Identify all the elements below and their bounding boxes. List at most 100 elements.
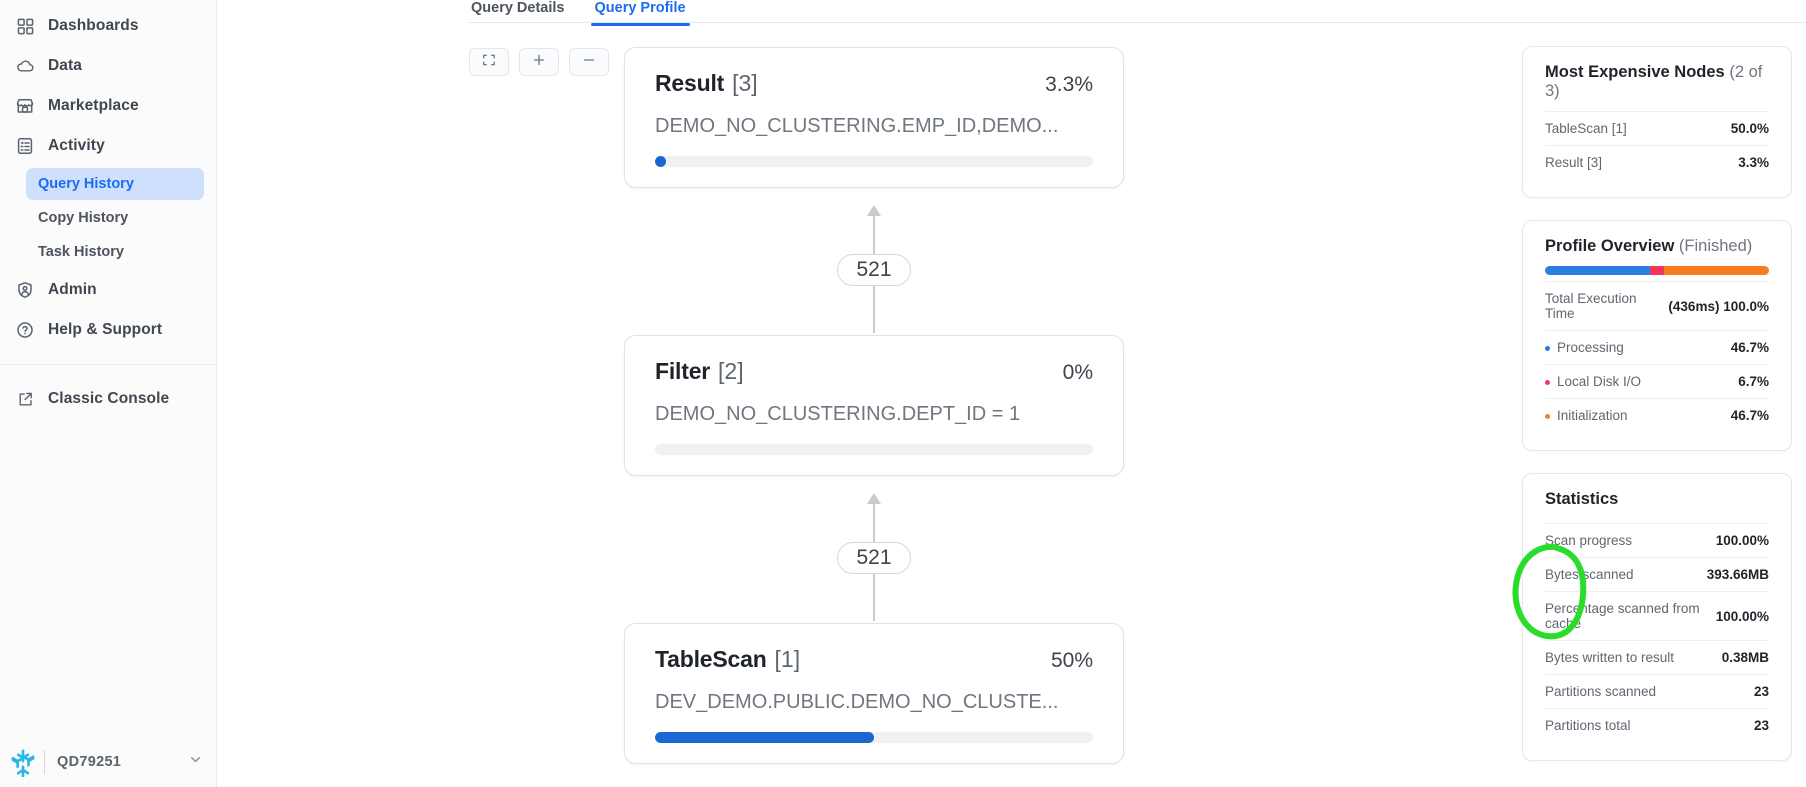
node-value: 3.3% (1738, 155, 1769, 170)
graph-edge-arrow (867, 493, 881, 504)
most-expensive-nodes-card: Most Expensive Nodes (2 of 3) TableScan … (1522, 46, 1792, 198)
card-title-text: Profile Overview (1545, 237, 1675, 255)
stat-value: 23 (1753, 718, 1769, 733)
card-title-text: Most Expensive Nodes (1545, 63, 1725, 81)
table-row: Bytes written to result 0.38MB (1545, 640, 1769, 674)
sidebar-item-query-history[interactable]: Query History (26, 168, 204, 200)
account-switcher[interactable]: QD79251 (0, 737, 217, 787)
sidebar-nav-top: Dashboards Data Marketplace Activity Que… (0, 0, 216, 419)
sidebar: Dashboards Data Marketplace Activity Que… (0, 0, 217, 787)
table-row: Bytes scanned 393.66MB (1545, 557, 1769, 591)
table-row: Partitions total 23 (1545, 708, 1769, 742)
chevron-down-icon[interactable] (188, 752, 203, 772)
table-row: Processing 46.7% (1545, 330, 1769, 364)
node-header: Filter [2] 0% (655, 358, 1093, 385)
node-title: Filter (655, 358, 711, 384)
metric-value: 46.7% (1730, 408, 1769, 423)
metric-value: 46.7% (1730, 340, 1769, 355)
node-progress-fill (655, 732, 874, 743)
table-row: Partitions scanned 23 (1545, 674, 1769, 708)
node-name: TableScan [1] (1545, 121, 1627, 136)
store-icon (10, 97, 40, 115)
sidebar-item-label: Data (48, 57, 82, 74)
node-progress-bar (655, 444, 1093, 455)
cloud-icon (10, 57, 40, 76)
sidebar-item-label: Marketplace (48, 97, 139, 114)
sidebar-item-label: Help & Support (48, 321, 163, 338)
node-index: [3] (732, 70, 758, 96)
node-detail: DEMO_NO_CLUSTERING.DEPT_ID = 1 (655, 403, 1021, 425)
profile-overview-bar (1545, 266, 1769, 275)
edge-label-text: 521 (856, 546, 892, 569)
sidebar-item-dashboards[interactable]: Dashboards (0, 6, 216, 46)
bar-segment-processing (1545, 266, 1650, 275)
card-subtitle: (Finished) (1678, 237, 1753, 255)
legend-dot-local-disk-io (1545, 379, 1550, 385)
snowflake-logo (8, 747, 38, 777)
activity-icon (10, 137, 40, 155)
stat-value: 393.66MB (1706, 567, 1769, 582)
profile-overview-card: Profile Overview (Finished) Total Execut… (1522, 220, 1792, 451)
table-row[interactable]: TableScan [1] 50.0% (1545, 111, 1769, 145)
node-title: TableScan (655, 646, 767, 672)
main-content: Query Details Query Profile Result [3] 3… (217, 0, 1806, 787)
table-row[interactable]: Result [3] 3.3% (1545, 145, 1769, 179)
sidebar-item-help-support[interactable]: Help & Support (0, 310, 216, 350)
grid-icon (10, 18, 40, 35)
table-row: Initialization 46.7% (1545, 398, 1769, 432)
stat-name: Partitions total (1545, 718, 1631, 733)
node-percent: 3.3% (1045, 73, 1093, 96)
graph-node-tablescan[interactable]: TableScan [1] 50% DEV_DEMO.PUBLIC.DEMO_N… (624, 623, 1124, 764)
account-separator (44, 750, 45, 774)
node-index: [2] (718, 358, 744, 384)
bar-segment-initialization (1664, 266, 1769, 275)
statistics-card: Statistics Scan progress 100.00% Bytes s… (1522, 473, 1792, 761)
graph-edge-label-1[interactable]: 521 (837, 254, 911, 286)
sidebar-item-copy-history[interactable]: Copy History (26, 202, 204, 234)
total-execution-time-label: Total Execution Time (1545, 291, 1637, 321)
legend-dot-processing (1545, 345, 1550, 351)
sidebar-item-task-history[interactable]: Task History (26, 236, 204, 268)
sidebar-subitem-label: Task History (38, 244, 124, 260)
node-title: Result (655, 70, 725, 96)
node-progress-dot (655, 156, 666, 167)
graph-edge-label-2[interactable]: 521 (837, 542, 911, 574)
node-percent: 50% (1050, 649, 1093, 672)
sidebar-item-label: Classic Console (48, 390, 170, 407)
graph-node-result[interactable]: Result [3] 3.3% DEMO_NO_CLUSTERING.EMP_I… (624, 47, 1124, 188)
node-progress-bar (655, 732, 1093, 743)
sidebar-item-data[interactable]: Data (0, 46, 216, 86)
sidebar-item-label: Activity (48, 137, 105, 154)
query-profile-graph: Result [3] 3.3% DEMO_NO_CLUSTERING.EMP_I… (217, 0, 1727, 787)
table-row: Local Disk I/O 6.7% (1545, 364, 1769, 398)
node-detail: DEV_DEMO.PUBLIC.DEMO_NO_CLUSTE... (655, 691, 1059, 713)
node-percent: 0% (1062, 361, 1093, 384)
stat-name: Percentage scanned from cache (1545, 601, 1700, 631)
node-progress-bar (655, 156, 1093, 167)
query-profile-page: Dashboards Data Marketplace Activity Que… (0, 0, 1806, 787)
sidebar-item-admin[interactable]: Admin (0, 270, 216, 310)
legend-dot-initialization (1545, 413, 1550, 419)
account-name: QD79251 (57, 754, 122, 770)
metric-label: Initialization (1557, 408, 1628, 423)
metric-value: 6.7% (1738, 374, 1769, 389)
stat-name: Bytes scanned (1545, 567, 1634, 582)
graph-edge-arrow (867, 205, 881, 216)
node-header: Result [3] 3.3% (655, 70, 1093, 97)
stat-value: 0.38MB (1721, 650, 1769, 665)
total-execution-time-row: Total Execution Time (436ms) 100.0% (1545, 281, 1769, 330)
external-link-icon (10, 391, 40, 408)
graph-node-filter[interactable]: Filter [2] 0% DEMO_NO_CLUSTERING.DEPT_ID… (624, 335, 1124, 476)
node-index: [1] (774, 646, 801, 672)
sidebar-item-marketplace[interactable]: Marketplace (0, 86, 216, 126)
table-row: Scan progress 100.00% (1545, 523, 1769, 557)
sidebar-item-activity[interactable]: Activity (0, 126, 216, 166)
sidebar-item-label: Admin (48, 281, 97, 298)
sidebar-item-label: Dashboards (48, 17, 139, 34)
stat-value: 23 (1753, 684, 1769, 699)
sidebar-item-classic-console[interactable]: Classic Console (0, 379, 216, 419)
stat-name: Bytes written to result (1545, 650, 1675, 665)
stat-value: 100.00% (1715, 533, 1769, 548)
stat-name: Scan progress (1545, 533, 1633, 548)
metric-name: Processing (1545, 340, 1624, 355)
